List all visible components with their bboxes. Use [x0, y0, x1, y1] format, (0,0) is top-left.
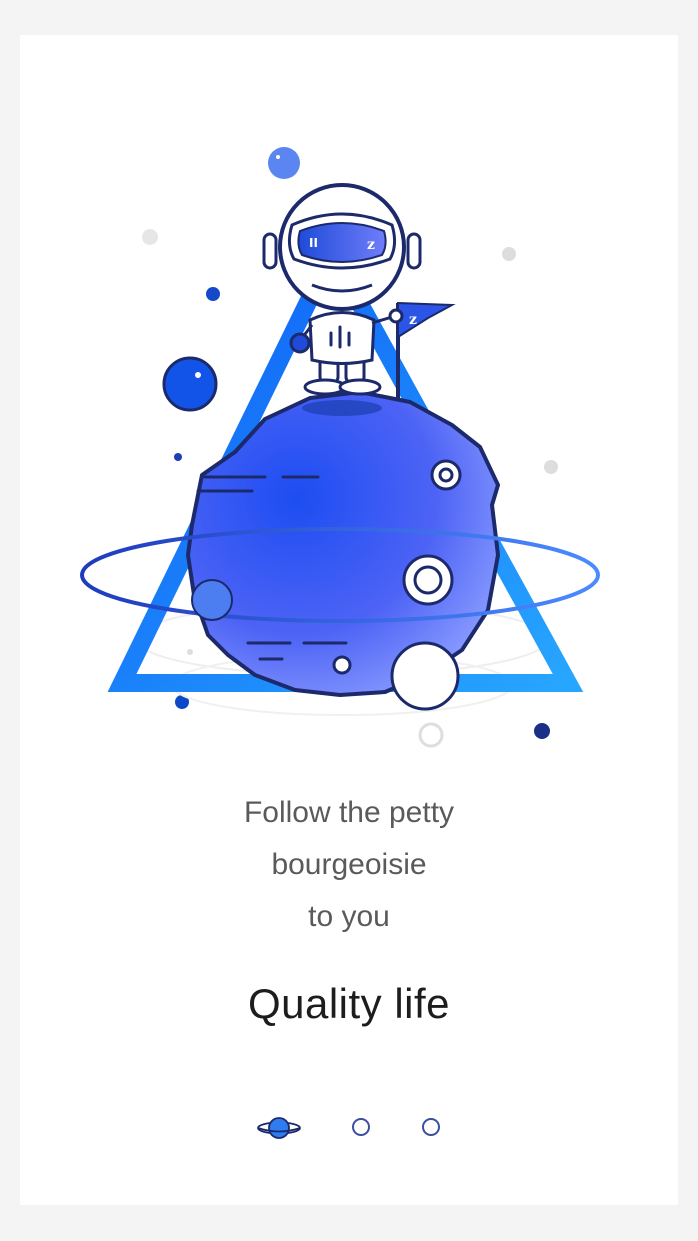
visor-left-mark: II — [309, 236, 318, 250]
astronaut-planet-illustration: z II z — [80, 147, 600, 748]
tagline-line-3: to you — [308, 900, 390, 933]
page-indicator — [20, 1110, 678, 1150]
page-dot-2[interactable] — [352, 1118, 370, 1136]
onboarding-card: z II z Follow the petty bourgeoisie to y… — [20, 35, 678, 1205]
planet-active-page-icon[interactable] — [256, 1114, 302, 1142]
tagline-line-2: bourgeoisie — [271, 848, 427, 881]
headline: Quality life — [247, 980, 451, 1027]
flag-letter: z — [409, 312, 417, 328]
tagline-line-1: Follow the petty — [243, 796, 455, 829]
tagline: Follow the petty bourgeoisie to you — [20, 787, 678, 943]
visor-right-mark: z — [367, 237, 375, 253]
page-dot-3[interactable] — [422, 1118, 440, 1136]
